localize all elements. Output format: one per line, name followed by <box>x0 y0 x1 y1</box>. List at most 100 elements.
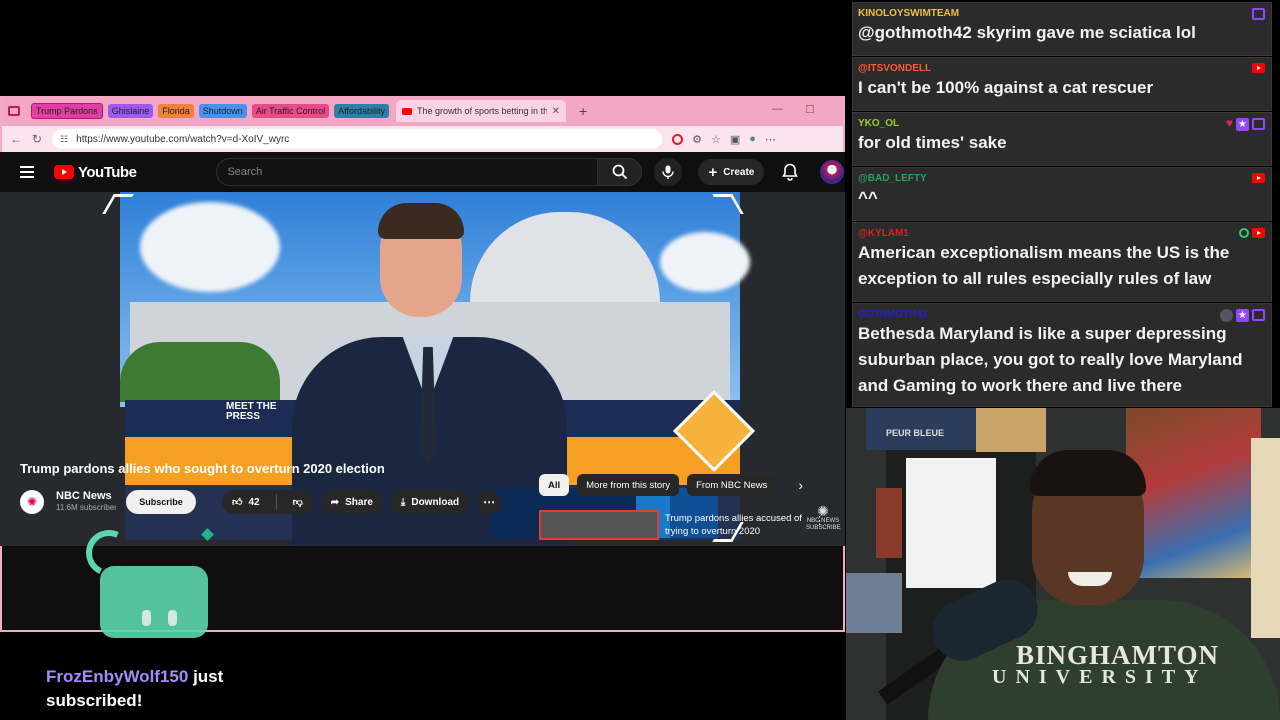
tab-group-5[interactable]: Affordability <box>334 104 389 118</box>
account-avatar[interactable] <box>820 160 845 184</box>
download-label: Download <box>411 496 460 508</box>
chat-username: @KYLAM1 <box>858 228 909 239</box>
poster-peur-bleue: PEUR BLEUE <box>866 408 976 450</box>
video-title: Trump pardons allies who sought to overt… <box>20 461 385 476</box>
active-tab-title: The growth of sports betting in th <box>417 106 547 116</box>
url-field[interactable]: ☷ https://www.youtube.com/watch?v=d-XoIV… <box>52 129 663 149</box>
voice-search-button[interactable] <box>654 158 683 186</box>
youtube-play-icon <box>54 165 74 179</box>
chat-username: GOTHMOTH42 <box>858 309 928 320</box>
minimize-icon[interactable]: — <box>772 103 783 115</box>
close-tab-icon[interactable]: ✕ <box>552 106 560 117</box>
chat-message: @KYLAM1 American exceptionalism means th… <box>852 222 1272 302</box>
tab-bar: Trump Pardons Ghislaine Florida Shutdown… <box>2 96 843 126</box>
framed-picture <box>846 573 902 633</box>
search-button[interactable] <box>598 158 643 186</box>
create-button[interactable]: + Create <box>698 159 765 185</box>
thumbs-up-icon: 👍︎ <box>232 497 243 508</box>
youtube-header: YouTube + Create <box>0 152 845 192</box>
share-icon: ➦ <box>330 496 340 508</box>
share-button[interactable]: ➦ Share <box>320 490 383 514</box>
channel-row: ✺ NBC News 11.6M subscribers Subscribe 👍… <box>20 488 530 516</box>
chat-username: @ITSVONDELL <box>858 63 932 74</box>
streamer-hair <box>1030 450 1146 496</box>
back-icon[interactable]: ← <box>10 132 22 146</box>
meet-the-press-logo: MEET THE PRESS <box>226 401 277 422</box>
youtube-logo-text: YouTube <box>78 163 137 181</box>
youtube-icon <box>1252 228 1265 238</box>
search-icon <box>612 164 628 180</box>
chat-message: GOTHMOTH42 Bethesda Maryland is like a s… <box>852 303 1272 407</box>
chat-username: KINOLOYSWIMTEAM <box>858 8 960 19</box>
game-poster <box>1126 408 1261 578</box>
dislike-button[interactable]: 👎︎ <box>283 490 313 514</box>
mascot-eye <box>142 610 151 626</box>
chip-all[interactable]: All <box>539 474 570 496</box>
youtube-logo[interactable]: YouTube <box>54 163 137 181</box>
more-vert-icon[interactable]: ⋮ <box>814 514 825 527</box>
related-video-item[interactable]: Trump pardons allies accused of trying t… <box>539 510 829 550</box>
tab-group-2[interactable]: Florida <box>158 104 194 118</box>
tab-group-0[interactable]: Trump Pardons <box>31 103 103 119</box>
profile-icon[interactable]: ● <box>749 133 756 145</box>
collections-icon[interactable]: ▣ <box>730 133 740 146</box>
chat-message: @BAD_LEFTY ^^ <box>852 167 1272 221</box>
tab-group-1[interactable]: Ghislaine <box>107 104 154 118</box>
menu-icon[interactable] <box>20 166 34 178</box>
chat-text: American exceptionalism means the US is … <box>858 243 1230 288</box>
chip-more-from-story[interactable]: More from this story <box>577 474 680 496</box>
hoodie-text-line2: UNIVERSITY <box>992 666 1208 688</box>
search-box <box>216 158 643 186</box>
chat-text: ^^ <box>858 188 878 207</box>
like-count: 42 <box>248 496 260 508</box>
chevron-right-icon[interactable]: › <box>798 477 803 493</box>
youtube-icon <box>1252 173 1265 183</box>
search-input[interactable] <box>216 158 599 186</box>
like-dislike-pill: 👍︎ 42 👎︎ <box>222 490 313 514</box>
maximize-icon[interactable]: ☐ <box>805 103 815 116</box>
star-badge-icon: ★ <box>1236 118 1249 131</box>
workspaces-icon[interactable] <box>8 106 20 116</box>
notifications-bell-icon[interactable] <box>782 163 799 181</box>
tab-group-4[interactable]: Air Traffic Control <box>251 104 330 118</box>
chat-text: @gothmoth42 skyrim gave me sciatica lol <box>858 23 1196 42</box>
favorites-icon[interactable]: ☆ <box>711 133 721 146</box>
channel-name[interactable]: NBC News <box>56 490 116 502</box>
subscribe-button[interactable]: Subscribe <box>126 490 196 514</box>
new-tab-icon[interactable]: + <box>579 103 587 119</box>
like-button[interactable]: 👍︎ 42 <box>222 490 270 514</box>
green-badge-icon <box>1239 228 1249 238</box>
reload-icon[interactable]: ↻ <box>32 132 42 146</box>
extensions-icon[interactable]: ⚙ <box>692 133 702 146</box>
create-label: Create <box>723 166 755 178</box>
opera-extension-icon[interactable] <box>672 133 684 145</box>
more-actions-button[interactable]: ⋯ <box>477 490 502 514</box>
twitch-icon <box>1252 118 1265 130</box>
address-bar: ← ↻ ☷ https://www.youtube.com/watch?v=d-… <box>2 126 843 152</box>
chat-message: KINOLOYSWIMTEAM @gothmoth42 skyrim gave … <box>852 2 1272 56</box>
mod-badge-icon <box>1220 309 1233 322</box>
alert-mascot <box>100 566 208 638</box>
mascot-eye <box>168 610 177 626</box>
peacock-icon: ✺ <box>26 495 38 509</box>
download-button[interactable]: ⤓ Download <box>390 490 470 514</box>
chip-from-nbc-news[interactable]: From NBC News <box>687 474 777 496</box>
alert-username: FrozEnbyWolf150 <box>46 667 189 686</box>
channel-avatar[interactable]: ✺ <box>20 490 44 514</box>
related-video-title[interactable]: Trump pardons allies accused of trying t… <box>665 512 810 538</box>
tab-group-3[interactable]: Shutdown <box>198 104 247 118</box>
youtube-icon <box>1252 63 1265 73</box>
trees <box>120 342 280 402</box>
chat-username: YKO_OL <box>858 118 900 129</box>
microphone-icon <box>662 165 675 179</box>
download-icon: ⤓ <box>400 496 406 508</box>
related-video-thumbnail[interactable] <box>539 510 659 540</box>
subscriber-alert: FrozEnbyWolf150 just subscribed! <box>46 665 286 713</box>
heart-badge-icon: ♥ <box>1225 116 1233 130</box>
site-info-icon[interactable]: ☷ <box>60 134 68 145</box>
chat-username: @BAD_LEFTY <box>858 173 927 184</box>
menu-dots-icon[interactable]: ⋯ <box>765 133 776 146</box>
active-tab[interactable]: The growth of sports betting in th ✕ <box>396 100 566 122</box>
whiteboard <box>906 458 996 588</box>
thumbs-down-icon: 👎︎ <box>292 497 303 508</box>
